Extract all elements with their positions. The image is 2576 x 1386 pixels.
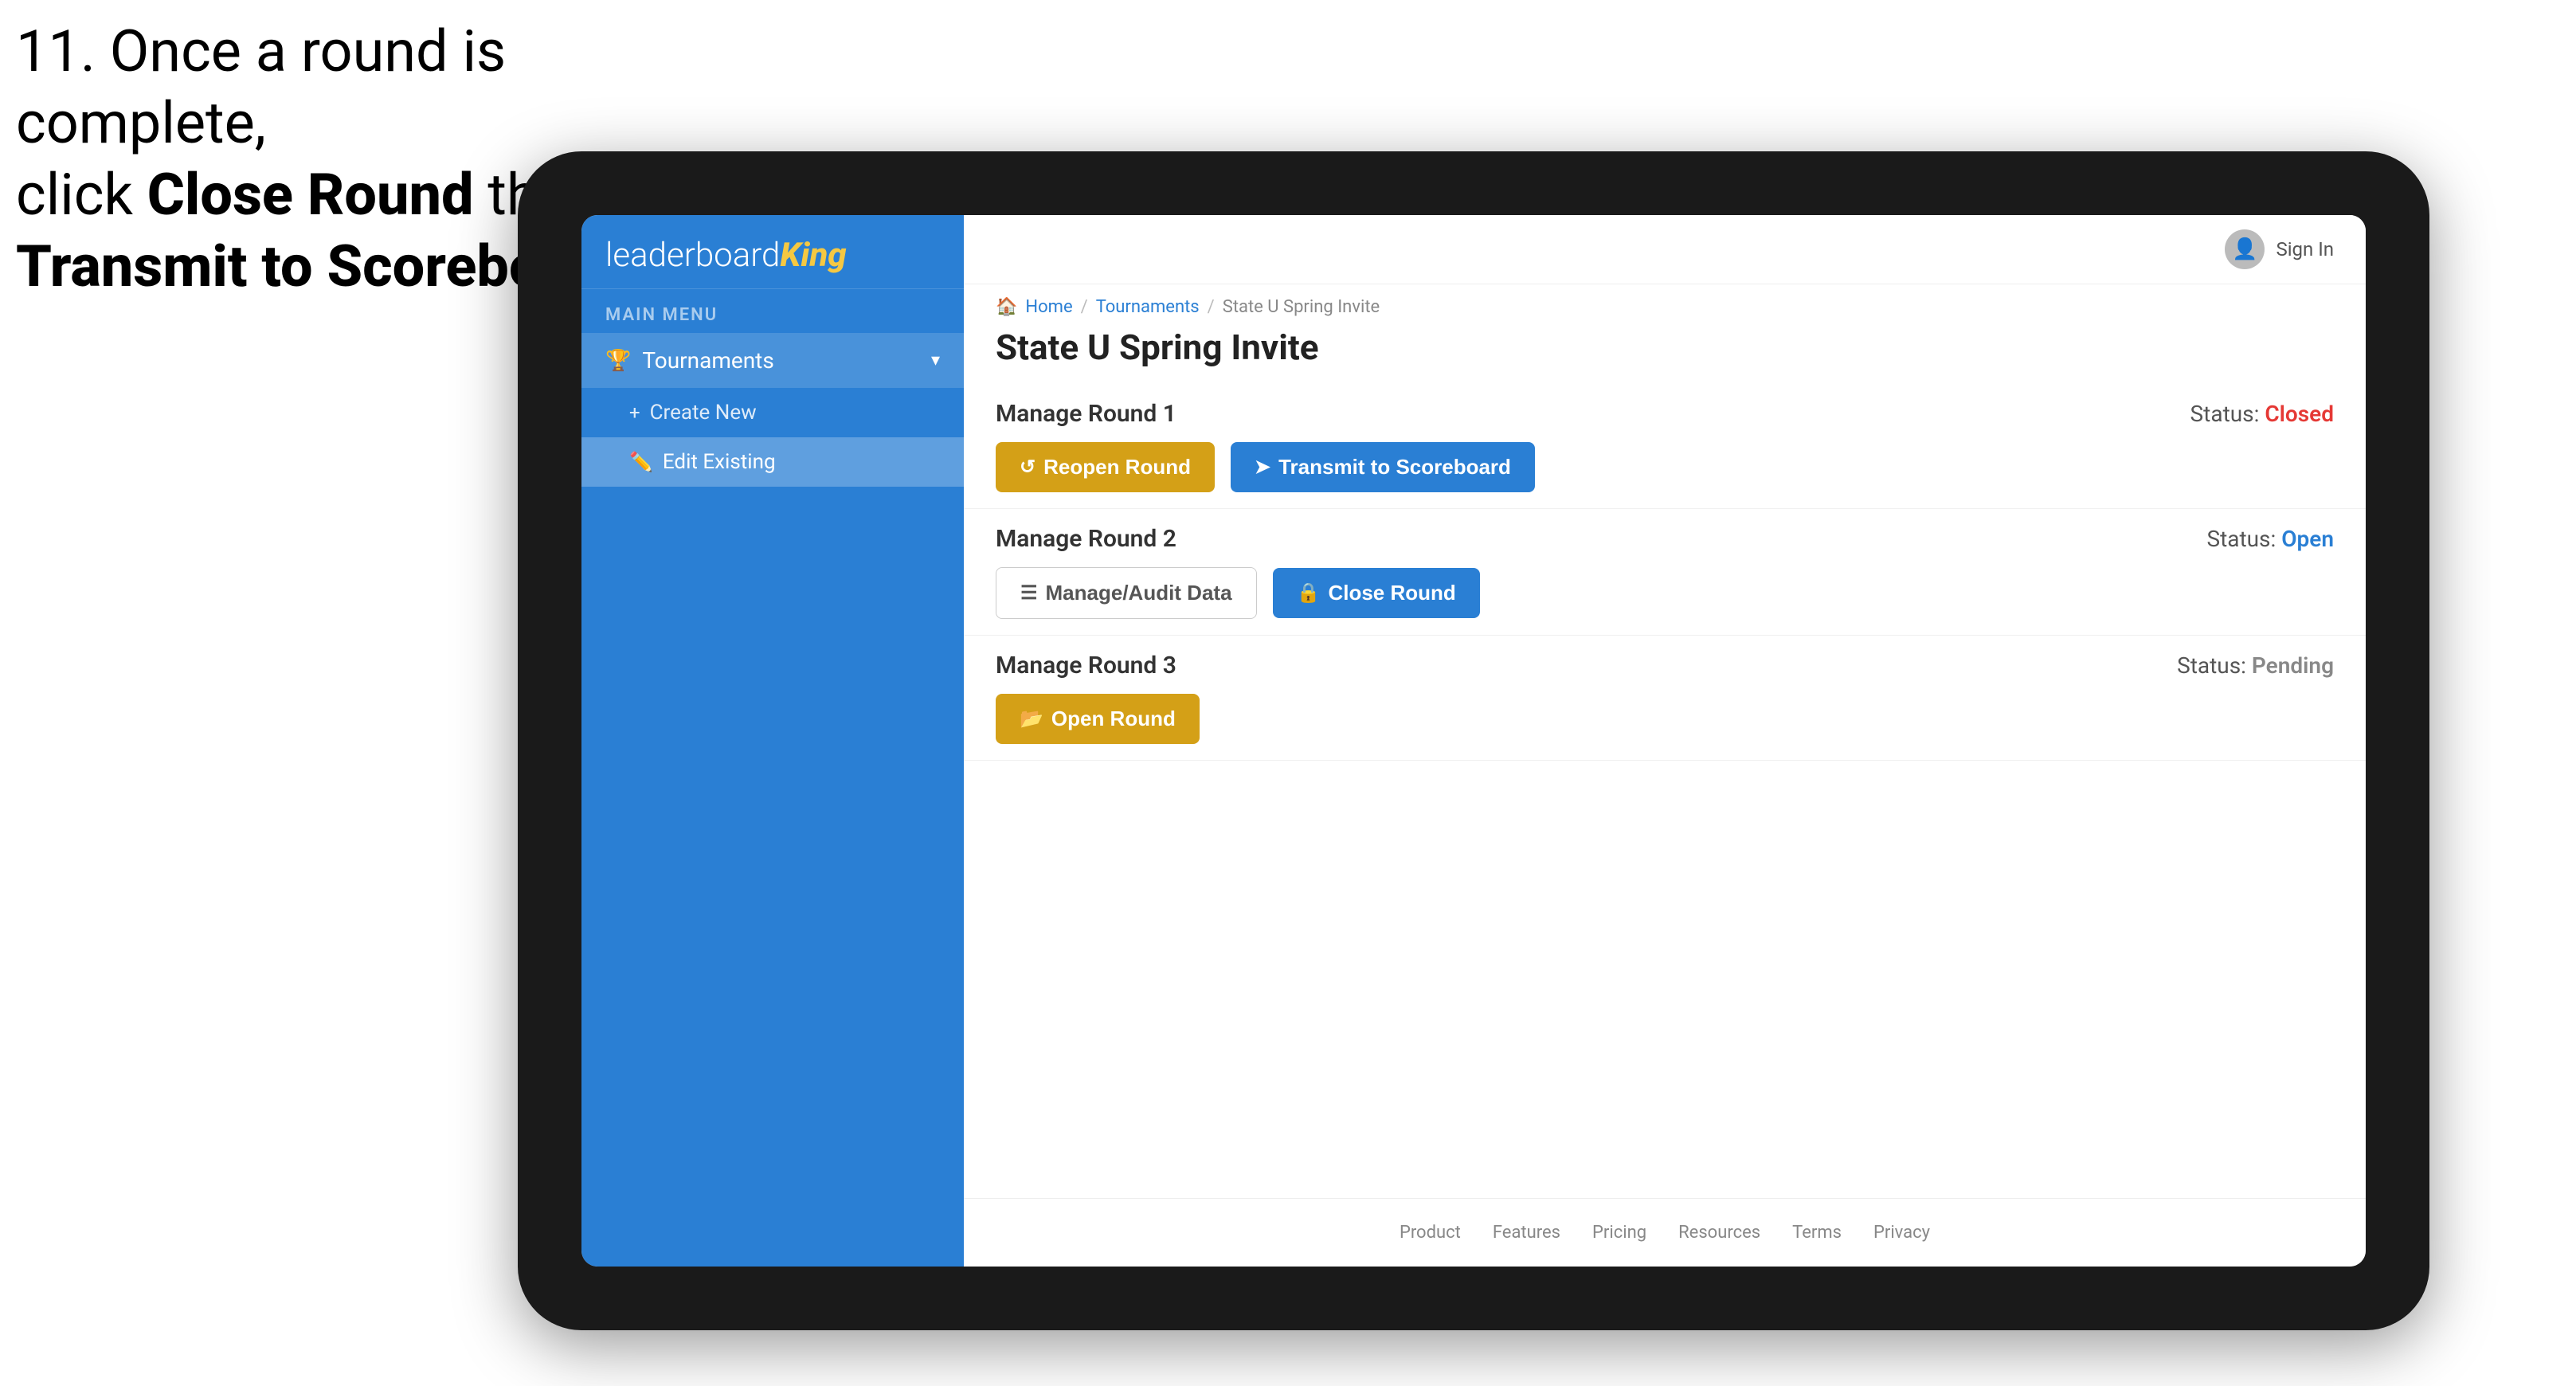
lock-icon: 🔒 <box>1297 581 1321 605</box>
open-round-button[interactable]: 📂 Open Round <box>996 694 1200 744</box>
round3-header: Manage Round 3 Status: Pending <box>996 652 2334 679</box>
round3-actions: 📂 Open Round <box>996 694 2334 744</box>
footer-terms[interactable]: Terms <box>1792 1223 1842 1243</box>
transmit-scoreboard-button[interactable]: ➤ Transmit to Scoreboard <box>1231 442 1535 492</box>
breadcrumb-tournaments[interactable]: Tournaments <box>1096 297 1200 317</box>
footer-features[interactable]: Features <box>1493 1223 1560 1243</box>
manage-icon: ☰ <box>1020 581 1038 605</box>
plus-icon: + <box>629 401 640 424</box>
reopen-icon: ↺ <box>1020 456 1035 479</box>
footer-resources[interactable]: Resources <box>1678 1223 1760 1243</box>
round2-status: Status: Open <box>2206 526 2334 552</box>
create-new-label: Create New <box>650 401 757 425</box>
edit-existing-label: Edit Existing <box>663 450 776 474</box>
breadcrumb-sep1: / <box>1081 297 1088 317</box>
round3-status-value: Pending <box>2252 652 2334 679</box>
main-content: 👤 Sign In 🏠 Home / Tournaments / State U… <box>964 215 2366 1267</box>
open-round-label: Open Round <box>1051 707 1176 731</box>
round1-actions: ↺ Reopen Round ➤ Transmit to Scoreboard <box>996 442 2334 492</box>
tablet-screen: leaderboardKing MAIN MENU 🏆 Tournaments … <box>581 215 2366 1267</box>
footer-product[interactable]: Product <box>1400 1223 1461 1243</box>
round2-section: Manage Round 2 Status: Open ☰ Manage/Aud… <box>964 509 2366 636</box>
sidebar-item-tournaments[interactable]: 🏆 Tournaments ▾ <box>581 333 964 388</box>
footer-privacy[interactable]: Privacy <box>1873 1223 1930 1243</box>
tournaments-label: Tournaments <box>642 347 931 374</box>
close-round-label: Close Round <box>1328 581 1455 605</box>
round1-section: Manage Round 1 Status: Closed ↺ Reopen R… <box>964 384 2366 509</box>
transmit-scoreboard-label: Transmit to Scoreboard <box>1278 455 1511 480</box>
round3-title: Manage Round 3 <box>996 652 1176 679</box>
breadcrumb-home[interactable]: Home <box>1025 297 1072 317</box>
instruction-bold1: Close Round <box>147 161 474 229</box>
chevron-down-icon: ▾ <box>931 350 940 370</box>
reopen-round-button[interactable]: ↺ Reopen Round <box>996 442 1215 492</box>
logo-king: King <box>780 236 846 275</box>
folder-icon: 📂 <box>1020 707 1043 730</box>
trophy-icon: 🏆 <box>605 349 631 373</box>
logo-leaderboard: leaderboard <box>605 236 780 275</box>
round3-status: Status: Pending <box>2177 652 2334 679</box>
sign-in-label[interactable]: Sign In <box>2276 238 2334 260</box>
page-title: State U Spring Invite <box>964 317 2366 384</box>
manage-audit-data-button[interactable]: ☰ Manage/Audit Data <box>996 567 1257 619</box>
round2-status-value: Open <box>2281 526 2334 552</box>
footer: Product Features Pricing Resources Terms… <box>964 1198 2366 1267</box>
manage-audit-label: Manage/Audit Data <box>1046 581 1232 605</box>
logo-area: leaderboardKing <box>581 215 964 289</box>
tablet-frame: leaderboardKing MAIN MENU 🏆 Tournaments … <box>518 151 2429 1330</box>
sidebar: leaderboardKing MAIN MENU 🏆 Tournaments … <box>581 215 964 1267</box>
breadcrumb-current: State U Spring Invite <box>1223 297 1380 317</box>
breadcrumb-home-icon: 🏠 <box>996 297 1017 317</box>
breadcrumb-sep2: / <box>1208 297 1215 317</box>
sidebar-sub-edit-existing[interactable]: ✏️ Edit Existing <box>581 437 964 487</box>
round1-title: Manage Round 1 <box>996 400 1176 428</box>
round2-title: Manage Round 2 <box>996 525 1176 553</box>
round3-section: Manage Round 3 Status: Pending 📂 Open Ro… <box>964 636 2366 761</box>
round2-header: Manage Round 2 Status: Open <box>996 525 2334 553</box>
logo: leaderboardKing <box>605 239 940 272</box>
edit-icon: ✏️ <box>629 451 653 473</box>
round1-status-value: Closed <box>2265 401 2334 427</box>
round1-header: Manage Round 1 Status: Closed <box>996 400 2334 428</box>
round2-actions: ☰ Manage/Audit Data 🔒 Close Round <box>996 567 2334 619</box>
round1-status: Status: Closed <box>2190 401 2334 427</box>
reopen-round-label: Reopen Round <box>1043 455 1191 480</box>
sidebar-sub-create-new[interactable]: + Create New <box>581 388 964 437</box>
instruction-line1: 11. Once a round is complete, <box>16 18 506 157</box>
breadcrumb: 🏠 Home / Tournaments / State U Spring In… <box>964 284 2366 317</box>
footer-pricing[interactable]: Pricing <box>1592 1223 1646 1243</box>
close-round-button[interactable]: 🔒 Close Round <box>1273 568 1480 618</box>
transmit-icon: ➤ <box>1255 456 1270 479</box>
top-bar: 👤 Sign In <box>964 215 2366 284</box>
sign-in-area[interactable]: 👤 Sign In <box>2225 229 2334 269</box>
avatar: 👤 <box>2225 229 2265 269</box>
main-menu-label: MAIN MENU <box>581 289 964 333</box>
